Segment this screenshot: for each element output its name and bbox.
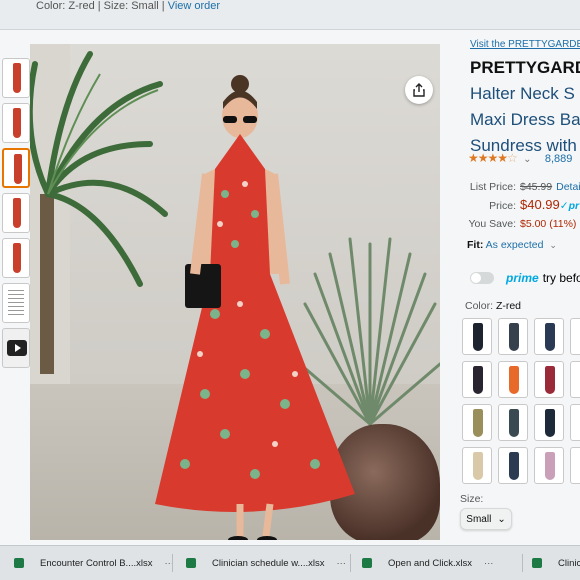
- excel-icon: [362, 558, 372, 568]
- color-swatch-5[interactable]: [462, 361, 492, 398]
- view-order-link[interactable]: View order: [168, 0, 220, 12]
- order-size-label: Size:: [103, 0, 129, 12]
- color-swatch-14[interactable]: [498, 447, 528, 484]
- visit-store-link[interactable]: Visit the PRETTYGARDE: [470, 39, 580, 50]
- prime-toggle[interactable]: [470, 272, 494, 284]
- share-icon: [413, 83, 425, 97]
- prime-try-before-row: prime try befo: [470, 271, 580, 285]
- color-swatch-2[interactable]: [498, 318, 528, 355]
- order-summary-strip: Color: Z-red | Size: Small | View order: [0, 0, 580, 30]
- price-value: $40.99: [520, 197, 560, 212]
- details-link[interactable]: Detail: [556, 181, 580, 193]
- price-block: List Price:$45.99Detail Price:$40.99✓pr …: [466, 178, 580, 233]
- download-item-4-label: Clinicia: [558, 557, 580, 569]
- chevron-down-icon: ⌄: [497, 513, 506, 525]
- you-save-label: You Save:: [468, 218, 517, 230]
- order-separator-2: |: [161, 0, 165, 12]
- prime-badge: ✓pr: [559, 200, 580, 212]
- chevron-down-icon[interactable]: ⌄: [549, 240, 557, 250]
- color-swatch-12[interactable]: [570, 404, 580, 441]
- size-select[interactable]: Small ⌄: [460, 508, 512, 530]
- color-swatch-1[interactable]: [462, 318, 492, 355]
- download-item-4[interactable]: Clinicia: [532, 553, 580, 573]
- main-product-image[interactable]: [30, 44, 440, 540]
- color-swatch-9[interactable]: [462, 404, 492, 441]
- order-color-value: Z-red: [68, 0, 95, 12]
- list-price-value: $45.99: [520, 181, 553, 193]
- price-label: Price:: [489, 200, 516, 212]
- excel-icon: [14, 558, 24, 568]
- color-swatch-16[interactable]: [570, 447, 580, 484]
- you-save-value: $5.00 (11%): [520, 218, 577, 230]
- download-item-3-more[interactable]: ···: [484, 558, 494, 569]
- excel-icon: [532, 558, 542, 568]
- download-item-2[interactable]: Clinician schedule w....xlsx ···: [186, 553, 346, 573]
- color-swatch-6[interactable]: [498, 361, 528, 398]
- thumbnail-3-selected[interactable]: [2, 148, 30, 188]
- color-label: Color: Z-red: [465, 300, 522, 312]
- fit-value-link[interactable]: As expected: [486, 239, 544, 251]
- product-info-column: Visit the PRETTYGARDE PRETTYGARD Halter …: [460, 30, 580, 545]
- prime-logo: prime: [506, 271, 539, 285]
- download-item-2-more[interactable]: ···: [336, 558, 346, 569]
- title-line-3: Maxi Dress Ba: [470, 110, 580, 129]
- thumbnail-size-chart[interactable]: [2, 283, 30, 323]
- color-swatch-4[interactable]: [570, 318, 580, 355]
- thumbnail-4[interactable]: [2, 193, 30, 233]
- color-swatch-11[interactable]: [534, 404, 564, 441]
- color-swatch-15[interactable]: [534, 447, 564, 484]
- fit-row[interactable]: Fit: As expected ⌄: [467, 239, 557, 251]
- color-swatch-3[interactable]: [534, 318, 564, 355]
- play-icon: [7, 340, 27, 356]
- color-swatch-7[interactable]: [534, 361, 564, 398]
- color-value: Z-red: [495, 300, 522, 312]
- download-bar: Encounter Control B....xlsx ··· Clinicia…: [0, 545, 580, 580]
- download-item-1-label: Encounter Control B....xlsx: [40, 557, 153, 569]
- share-button[interactable]: [405, 76, 433, 104]
- model-in-red-dress: [155, 75, 355, 540]
- order-separator: |: [97, 0, 101, 12]
- download-item-3[interactable]: Open and Click.xlsx ···: [362, 553, 493, 573]
- order-color-label: Color:: [36, 0, 66, 12]
- title-line-2: Halter Neck S: [470, 84, 575, 103]
- color-swatch-8[interactable]: [570, 361, 580, 398]
- size-label: Size:: [460, 493, 484, 505]
- thumbnail-5[interactable]: [2, 238, 30, 278]
- color-swatch-13[interactable]: [462, 447, 492, 484]
- star-rating-icon: ★★★★☆: [468, 151, 518, 165]
- product-page: Visit the PRETTYGARDE PRETTYGARD Halter …: [0, 30, 580, 545]
- rating-count-link[interactable]: 8,889: [545, 153, 573, 165]
- thumbnail-video[interactable]: [2, 328, 30, 368]
- color-swatch-10[interactable]: [498, 404, 528, 441]
- excel-icon: [186, 558, 196, 568]
- try-before-text: try befo: [542, 271, 580, 285]
- previous-order-line: Color: Z-red | Size: Small | View order: [36, 0, 220, 12]
- rating-row[interactable]: ★★★★☆ ⌄ 8,889: [468, 151, 572, 165]
- thumbnail-1[interactable]: [2, 58, 30, 98]
- size-select-value: Small: [466, 513, 492, 525]
- list-price-label: List Price:: [469, 181, 516, 193]
- fit-label: Fit:: [467, 239, 484, 251]
- title-line-1: PRETTYGARD: [470, 58, 580, 77]
- product-title: PRETTYGARD Halter Neck S Maxi Dress Ba S…: [470, 55, 580, 159]
- download-item-1[interactable]: Encounter Control B....xlsx ···: [14, 553, 174, 573]
- download-item-3-label: Open and Click.xlsx: [388, 557, 472, 569]
- download-item-2-label: Clinician schedule w....xlsx: [212, 557, 325, 569]
- order-size-value: Small: [131, 0, 159, 12]
- thumbnail-2[interactable]: [2, 103, 30, 143]
- chevron-down-icon[interactable]: ⌄: [523, 154, 531, 165]
